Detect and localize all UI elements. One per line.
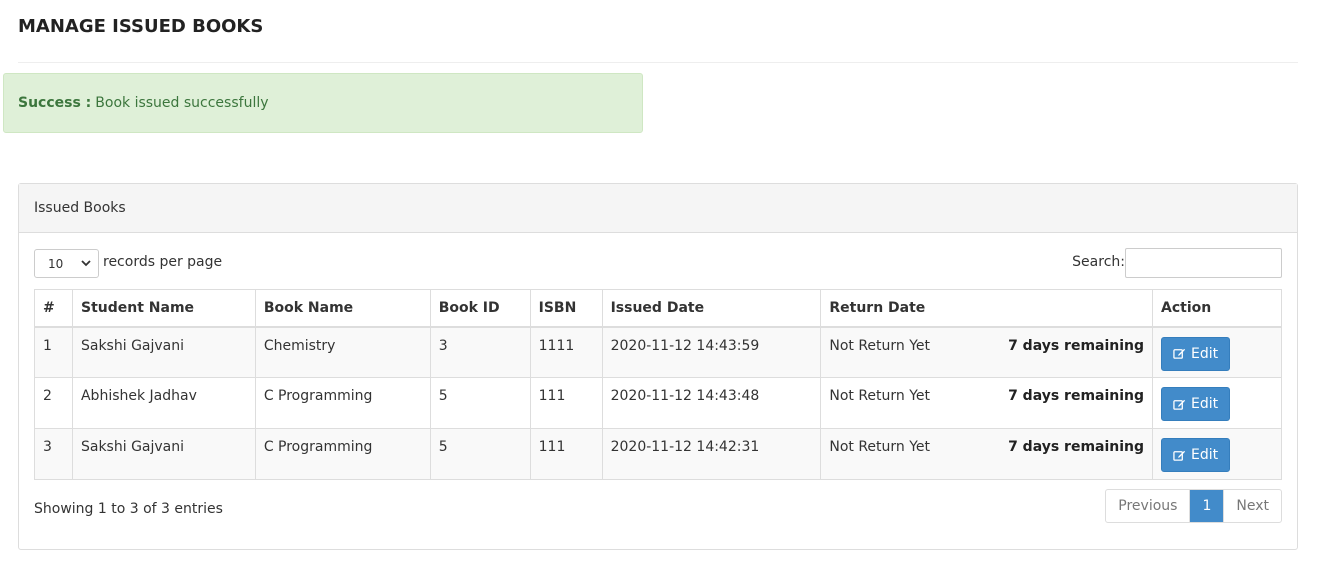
student-name: Sakshi Gajvani — [71, 428, 256, 480]
pagination: Previous 1 Next — [1105, 489, 1282, 523]
col-return-date[interactable]: Return Date — [820, 289, 1154, 328]
days-remaining: 7 days remaining — [1008, 388, 1145, 404]
edit-button[interactable]: Edit — [1161, 387, 1231, 421]
title-divider — [18, 62, 1298, 63]
row-number: 3 — [34, 428, 73, 480]
action-cell: Edit — [1152, 428, 1282, 480]
row-number: 2 — [34, 377, 73, 429]
col-student-name[interactable]: Student Name — [71, 289, 256, 328]
isbn: 111 — [529, 428, 603, 480]
table-header-row: # Student Name Book Name Book ID ISBN Is… — [34, 289, 1282, 328]
edit-icon — [1173, 348, 1186, 359]
col-book-id[interactable]: Book ID — [429, 289, 531, 328]
book-name: C Programming — [254, 428, 431, 480]
book-name: C Programming — [254, 377, 431, 429]
row-number: 1 — [34, 326, 73, 378]
days-remaining: 7 days remaining — [1008, 337, 1145, 354]
col-number[interactable]: # — [34, 289, 73, 328]
edit-button[interactable]: Edit — [1161, 438, 1231, 472]
issued-date: 2020-11-12 14:42:31 — [601, 428, 822, 480]
search-input[interactable] — [1125, 248, 1282, 278]
records-per-page-value: 10 — [48, 256, 64, 271]
table-row: 2 Abhishek Jadhav C Programming 5 111 20… — [34, 377, 1282, 429]
edit-icon — [1173, 399, 1186, 410]
days-remaining: 7 days remaining — [1008, 439, 1145, 455]
student-name: Sakshi Gajvani — [71, 326, 256, 378]
return-status: Not Return Yet — [829, 439, 931, 455]
return-status: Not Return Yet — [829, 337, 931, 354]
issued-books-table: # Student Name Book Name Book ID ISBN Is… — [34, 289, 1282, 480]
edit-icon — [1173, 450, 1186, 461]
issued-date: 2020-11-12 14:43:48 — [601, 377, 822, 429]
alert-message: Book issued successfully — [95, 95, 269, 111]
issued-date: 2020-11-12 14:43:59 — [601, 326, 822, 378]
edit-button[interactable]: Edit — [1161, 336, 1231, 371]
success-alert: Success : Book issued successfully — [3, 73, 643, 133]
return-date-cell: Not Return Yet 7 days remaining — [820, 428, 1154, 480]
action-cell: Edit — [1152, 377, 1282, 429]
page-1-button[interactable]: 1 — [1190, 490, 1224, 522]
edit-button-label: Edit — [1191, 447, 1219, 463]
page-title: MANAGE ISSUED BOOKS — [18, 16, 264, 37]
edit-button-label: Edit — [1191, 396, 1219, 412]
book-name: Chemistry — [254, 326, 431, 378]
return-date-cell: Not Return Yet 7 days remaining — [820, 326, 1154, 378]
col-book-name[interactable]: Book Name — [254, 289, 431, 328]
table-row: 3 Sakshi Gajvani C Programming 5 111 202… — [34, 428, 1282, 480]
isbn: 111 — [529, 377, 603, 429]
book-id: 5 — [429, 428, 531, 480]
panel-heading: Issued Books — [19, 184, 1297, 233]
return-status: Not Return Yet — [829, 388, 931, 404]
issued-books-panel: Issued Books 10 records per page Search:… — [18, 183, 1298, 550]
records-per-page-label: records per page — [103, 254, 223, 270]
table-info: Showing 1 to 3 of 3 entries — [34, 501, 223, 517]
book-id: 3 — [429, 326, 531, 378]
book-id: 5 — [429, 377, 531, 429]
student-name: Abhishek Jadhav — [71, 377, 256, 429]
table-controls: 10 records per page Search: — [34, 248, 1282, 278]
col-issued-date[interactable]: Issued Date — [601, 289, 822, 328]
return-date-cell: Not Return Yet 7 days remaining — [820, 377, 1154, 429]
next-page-button[interactable]: Next — [1223, 490, 1281, 522]
col-isbn[interactable]: ISBN — [529, 289, 603, 328]
previous-page-button[interactable]: Previous — [1106, 490, 1191, 522]
col-action[interactable]: Action — [1152, 289, 1282, 328]
records-per-page-select[interactable]: 10 — [34, 249, 99, 278]
search-label: Search: — [1072, 254, 1125, 270]
alert-label: Success : — [18, 95, 92, 111]
isbn: 1111 — [529, 326, 603, 378]
table-row: 1 Sakshi Gajvani Chemistry 3 1111 2020-1… — [34, 326, 1282, 378]
chevron-down-icon — [81, 258, 91, 271]
action-cell: Edit — [1152, 326, 1282, 378]
edit-button-label: Edit — [1191, 345, 1219, 362]
